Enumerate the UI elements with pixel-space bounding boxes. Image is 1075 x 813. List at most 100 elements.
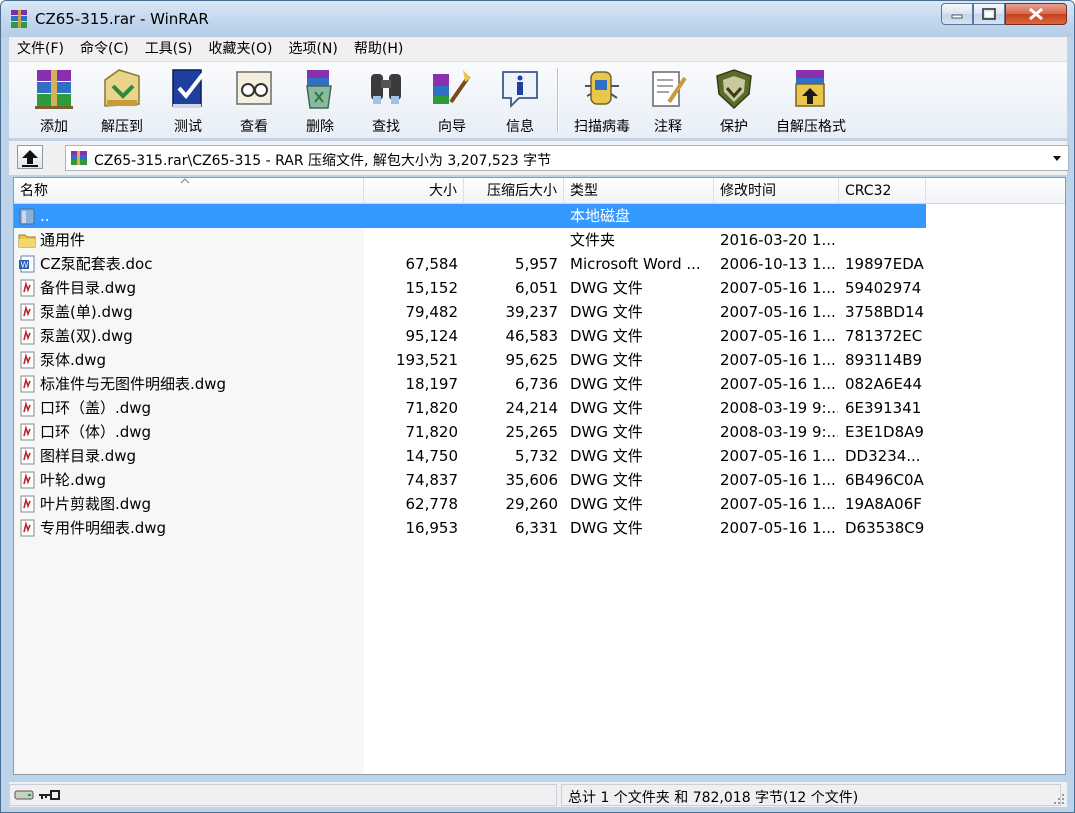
file-crc32: E3E1D8A9 — [845, 423, 924, 441]
menu-tools[interactable]: 工具(S) — [137, 37, 201, 61]
find-icon — [371, 74, 401, 104]
file-type: 文件夹 — [570, 231, 616, 249]
toolbar-view-button[interactable]: 查看 — [221, 66, 287, 136]
toolbar-add-button[interactable]: 添加 — [21, 66, 87, 136]
dwg-file-icon — [20, 471, 35, 489]
file-row[interactable]: 标准件与无图件明细表.dwg 18,197 6,736 DWG 文件 2007-05-1… — [14, 372, 926, 396]
status-bar: 总计 1 个文件夹 和 782,018 字节(12 个文件) — [9, 781, 1067, 807]
file-row[interactable]: 口环（盖）.dwg 71,820 24,214 DWG 文件 2008-03-19 9:… — [14, 396, 926, 420]
file-modified: 2007-05-16 1... — [720, 351, 836, 369]
file-row[interactable]: 专用件明细表.dwg 16,953 6,331 DWG 文件 2007-05-16 1.… — [14, 516, 926, 540]
file-crc32 — [845, 228, 925, 252]
file-row[interactable]: 泵盖(单).dwg 79,482 39,237 DWG 文件 2007-05-16 1.… — [14, 300, 926, 324]
up-one-level-button[interactable] — [17, 145, 43, 169]
toolbar-comment-button[interactable]: 注释 — [635, 66, 701, 136]
file-size: 95,124 — [405, 327, 459, 345]
file-type: Microsoft Word ... — [570, 255, 701, 273]
status-left-panel — [9, 784, 557, 806]
menu-favorites[interactable]: 收藏夹(O) — [201, 37, 281, 61]
menu-file[interactable]: 文件(F) — [9, 37, 72, 61]
dwg-file-icon — [20, 447, 35, 465]
toolbar-wizard-button[interactable]: 向导 — [419, 66, 485, 136]
file-type: DWG 文件 — [570, 279, 643, 297]
toolbar-protect-button[interactable]: 保护 — [701, 66, 767, 136]
key-icon — [39, 790, 60, 800]
file-packed-size: 29,260 — [505, 495, 559, 513]
file-list[interactable]: 名称 大小 压缩后大小 类型 修改时间 CRC32 .. 本地磁盘 通用件 文件夹 20… — [13, 177, 1066, 775]
toolbar-find-button[interactable]: 查找 — [353, 66, 419, 136]
minimize-icon — [951, 14, 963, 19]
file-type: DWG 文件 — [570, 375, 643, 393]
file-packed-size: 6,736 — [515, 375, 558, 393]
dwg-file-icon — [20, 423, 35, 441]
address-bar[interactable]: CZ65-315.rar\CZ65-315 - RAR 压缩文件, 解包大小为 … — [65, 145, 1069, 171]
column-header-modified[interactable]: 修改时间 — [714, 178, 839, 204]
file-size: 71,820 — [405, 423, 459, 441]
file-size — [364, 228, 458, 252]
file-packed-size: 5,957 — [515, 255, 558, 273]
file-packed-size — [464, 228, 558, 252]
dwg-file-icon — [20, 495, 35, 513]
file-name: 泵盖(单).dwg — [40, 303, 133, 321]
toolbar-info-button[interactable]: 信息 — [487, 66, 553, 136]
address-row: CZ65-315.rar\CZ65-315 - RAR 压缩文件, 解包大小为 … — [9, 141, 1069, 175]
close-button[interactable] — [1005, 3, 1067, 25]
rar-archive-icon — [71, 151, 87, 165]
column-header-size[interactable]: 大小 — [364, 178, 464, 204]
toolbar-test-button[interactable]: 测试 — [155, 66, 221, 136]
dwg-file-icon — [20, 375, 35, 393]
toolbar-delete-button[interactable]: 删除 — [287, 66, 353, 136]
file-name: 泵盖(双).dwg — [40, 327, 133, 345]
dwg-file-icon — [20, 399, 35, 417]
word-doc-icon: W — [19, 255, 35, 273]
winrar-app-icon[interactable] — [9, 9, 29, 29]
column-header-packed[interactable]: 压缩后大小 — [464, 178, 564, 204]
file-name: 口环（盖）.dwg — [40, 399, 152, 417]
file-row[interactable]: .. 本地磁盘 — [14, 204, 926, 228]
file-row[interactable]: 通用件 文件夹 2016-03-20 1... — [14, 228, 926, 252]
file-row[interactable]: 泵体.dwg 193,521 95,625 DWG 文件 2007-05-16 1...… — [14, 348, 926, 372]
file-type: DWG 文件 — [570, 519, 643, 537]
file-modified — [720, 204, 838, 228]
file-row[interactable]: 备件目录.dwg 15,152 6,051 DWG 文件 2007-05-16 1...… — [14, 276, 926, 300]
menu-bar: 文件(F) 命令(C) 工具(S) 收藏夹(O) 选项(N) 帮助(H) — [9, 37, 1067, 61]
file-modified: 2007-05-16 1... — [720, 375, 836, 393]
wizard-icon — [433, 70, 471, 104]
maximize-button[interactable] — [973, 3, 1005, 25]
view-icon — [236, 71, 272, 105]
file-name: 图样目录.dwg — [40, 447, 137, 465]
column-header-type[interactable]: 类型 — [564, 178, 714, 204]
file-modified: 2007-05-16 1... — [720, 519, 836, 537]
file-size: 71,820 — [405, 399, 459, 417]
toolbar-virus-scan-button[interactable]: 扫描病毒 — [567, 66, 637, 136]
file-row[interactable]: 图样目录.dwg 14,750 5,732 DWG 文件 2007-05-16 1...… — [14, 444, 926, 468]
file-packed-size: 46,583 — [505, 327, 559, 345]
resize-grip-icon[interactable] — [1053, 793, 1065, 805]
info-icon — [502, 71, 538, 109]
column-header-crc32[interactable]: CRC32 — [839, 178, 926, 204]
menu-commands[interactable]: 命令(C) — [72, 37, 137, 61]
file-row[interactable]: W CZ泵配套表.doc 67,584 5,957 Microsoft Word ...… — [14, 252, 926, 276]
file-row[interactable]: 叶轮.dwg 74,837 35,606 DWG 文件 2007-05-16 1... 6… — [14, 468, 926, 492]
toolbar-extract-button[interactable]: 解压到 — [89, 66, 155, 136]
minimize-button[interactable] — [941, 3, 973, 25]
file-size: 16,953 — [405, 519, 459, 537]
title-bar[interactable]: CZ65-315.rar - WinRAR — [1, 1, 1074, 37]
file-name: 备件目录.dwg — [40, 279, 137, 297]
file-crc32: 6E391341 — [845, 399, 922, 417]
menu-options[interactable]: 选项(N) — [280, 37, 345, 61]
file-row[interactable]: 口环（体）.dwg 71,820 25,265 DWG 文件 2008-03-19 9:… — [14, 420, 926, 444]
file-row[interactable]: 叶片剪裁图.dwg 62,778 29,260 DWG 文件 2007-05-16 1.… — [14, 492, 926, 516]
comment-icon — [652, 71, 687, 107]
file-packed-size: 6,331 — [515, 519, 558, 537]
file-crc32: 19897EDA — [845, 255, 924, 273]
file-size: 67,584 — [405, 255, 459, 273]
add-archive-icon — [35, 70, 73, 109]
chevron-down-icon[interactable] — [1050, 151, 1064, 165]
toolbar-sfx-button[interactable]: 自解压格式 — [771, 66, 851, 136]
menu-help[interactable]: 帮助(H) — [346, 37, 411, 61]
file-crc32: 19A8A06F — [845, 495, 922, 513]
file-name: 专用件明细表.dwg — [40, 519, 167, 537]
file-row[interactable]: 泵盖(双).dwg 95,124 46,583 DWG 文件 2007-05-16 1.… — [14, 324, 926, 348]
file-modified: 2006-10-13 1... — [720, 255, 836, 273]
